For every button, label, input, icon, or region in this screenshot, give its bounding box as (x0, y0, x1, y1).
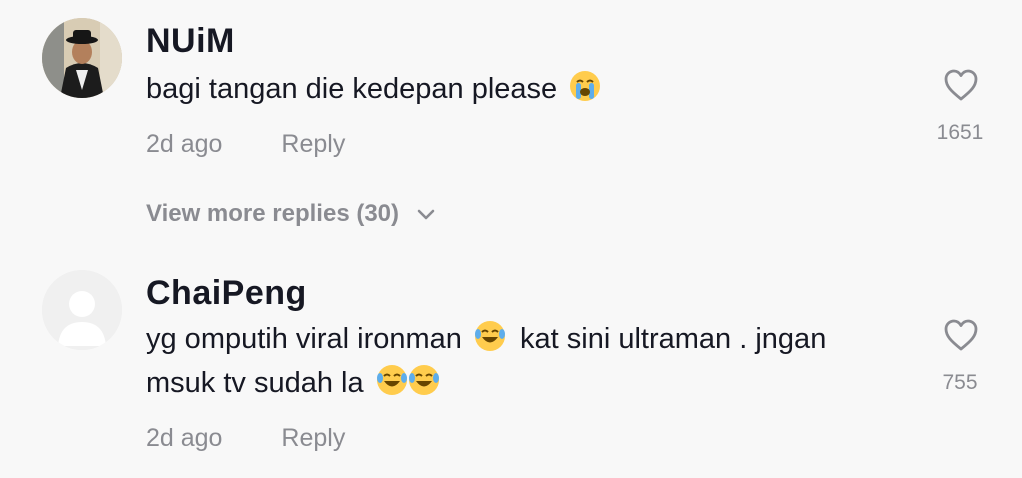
reply-button[interactable]: Reply (281, 424, 345, 453)
like-button[interactable] (936, 318, 986, 357)
comment-text-part: msuk tv sudah la (146, 367, 364, 399)
like-count: 755 (942, 371, 978, 394)
comment-username[interactable]: ChaiPeng (146, 276, 307, 310)
face-with-tears-of-joy-icon (408, 364, 440, 396)
comment-timestamp: 2d ago (146, 424, 223, 452)
comment-text: yg omputih viral ironman kat sini ultram… (146, 317, 896, 405)
face-with-tears-of-joy-icon (376, 364, 408, 396)
comment-text-line-1: yg omputih viral ironman kat sini ultram… (146, 317, 896, 361)
comment-item: ChaiPeng yg omputih viral ironman kat si… (0, 0, 1022, 478)
face-with-tears-of-joy-icon (474, 320, 506, 352)
comment-text-part: kat sini ultraman . jngan (520, 323, 827, 355)
default-avatar-icon (42, 270, 122, 350)
comment-meta: 2d ago Reply (146, 424, 345, 453)
avatar[interactable] (42, 270, 122, 350)
comment-text-part: yg omputih viral ironman (146, 323, 462, 355)
heart-icon (944, 319, 978, 351)
comment-text-line-2: msuk tv sudah la (146, 361, 896, 405)
